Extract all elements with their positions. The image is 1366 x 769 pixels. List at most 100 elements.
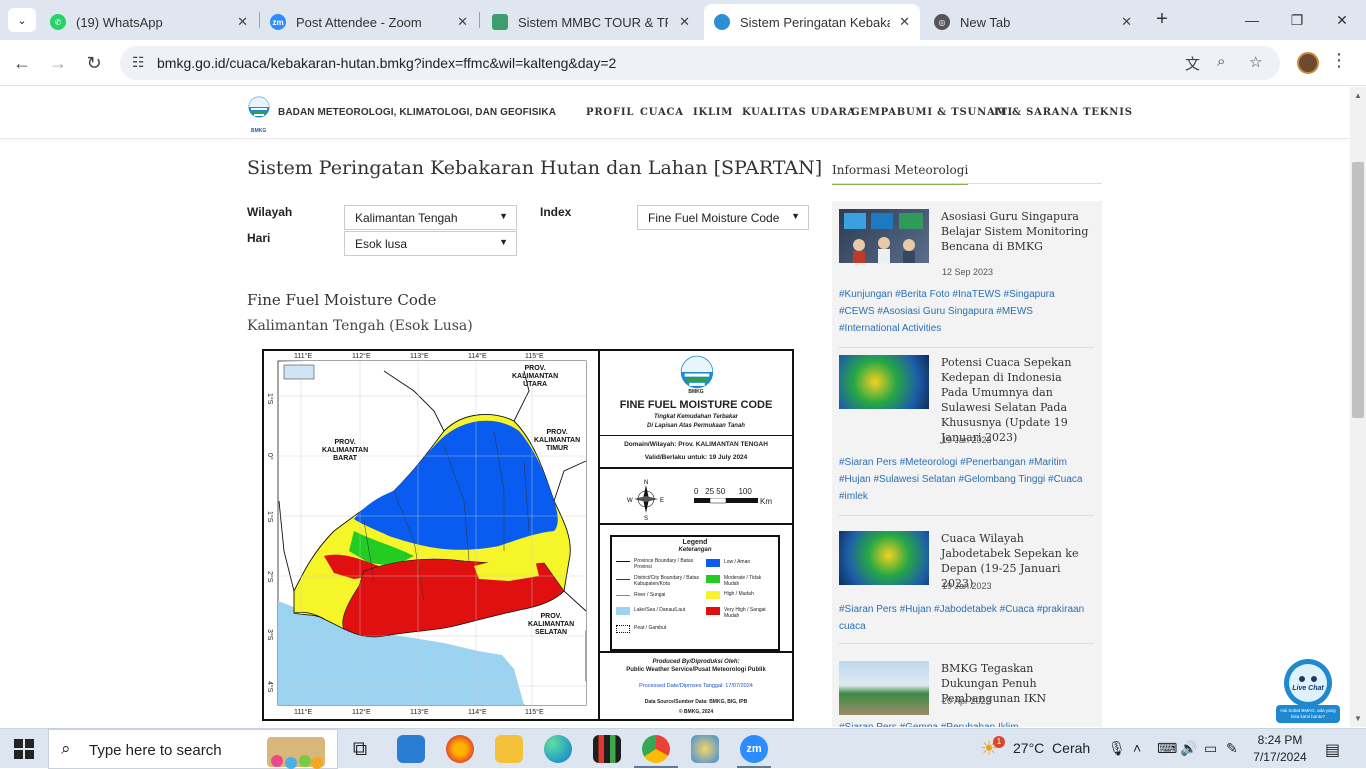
url-text[interactable]: bmkg.go.id/cuaca/kebakaran-hutan.bmkg?in… bbox=[157, 55, 616, 71]
search-placeholder: Type here to search bbox=[89, 742, 222, 759]
svg-text:N: N bbox=[644, 480, 648, 486]
scale-unit: Km bbox=[760, 497, 772, 506]
ffmc-map-image[interactable]: 111°E 112°E 113°E 114°E 115°E 111°E 112°… bbox=[262, 349, 794, 721]
tab-zoom[interactable]: zm Post Attendee - Zoom ✕ bbox=[260, 4, 478, 40]
url-bar[interactable]: ☷ bmkg.go.id/cuaca/kebakaran-hutan.bmkg?… bbox=[120, 46, 1280, 80]
legend-title: Legend bbox=[682, 539, 708, 546]
news-tags[interactable]: #Siaran Pers #Hujan #Jabodetabek #Cuaca … bbox=[839, 601, 1087, 635]
minimize-icon[interactable]: — bbox=[1232, 8, 1272, 32]
news-thumbnail[interactable] bbox=[839, 531, 929, 585]
news-tags[interactable]: #Siaran Pers #Meteorologi #Penerbangan #… bbox=[839, 454, 1087, 505]
news-date: 19 Jan 2023 bbox=[942, 581, 992, 591]
close-icon[interactable]: ✕ bbox=[899, 14, 910, 30]
windows-start-icon[interactable] bbox=[14, 739, 34, 759]
scroll-down-icon[interactable]: ▼ bbox=[1354, 714, 1362, 723]
tab-label: (19) WhatsApp bbox=[76, 14, 163, 30]
chrome-taskbar-icon[interactable] bbox=[642, 735, 670, 763]
news-title[interactable]: Asosiasi Guru Singapura Belajar Sistem M… bbox=[941, 209, 1091, 254]
zoom-taskbar-icon[interactable]: zm bbox=[740, 735, 768, 763]
file-explorer-icon[interactable] bbox=[495, 735, 523, 763]
tab-new-tab[interactable]: ◎ New Tab ✕ bbox=[924, 4, 1142, 40]
zoom-magnifier-icon[interactable]: ⌕ bbox=[1217, 53, 1225, 70]
map-tick-left: 0° bbox=[266, 453, 273, 460]
bookmark-star-icon[interactable]: ☆ bbox=[1249, 53, 1262, 71]
back-arrow-icon[interactable]: ← bbox=[10, 51, 34, 75]
restore-icon[interactable]: ❐ bbox=[1277, 8, 1317, 32]
web-page: BMKG BADAN METEOROLOGI, KLIMATOLOGI, DAN… bbox=[0, 87, 1350, 727]
close-icon[interactable]: ✕ bbox=[1121, 14, 1132, 30]
winrar-icon[interactable] bbox=[593, 735, 621, 763]
page-scrollbar[interactable]: ▲ ▼ bbox=[1350, 87, 1366, 727]
site-info-icon[interactable]: ☷ bbox=[132, 54, 145, 71]
legend-box: Legend Keterangan Province Boundary / Ba… bbox=[600, 527, 792, 653]
scrollbar-thumb[interactable] bbox=[1352, 162, 1364, 418]
translate-icon[interactable]: 文 bbox=[1185, 53, 1200, 74]
news-tags[interactable]: #Siaran Pers #Gempa #Perubahan Iklim bbox=[839, 719, 1087, 727]
paint-icon[interactable] bbox=[691, 735, 719, 763]
microphone-icon[interactable]: 🎙 bbox=[1108, 740, 1126, 757]
window-close-icon[interactable]: ✕ bbox=[1322, 8, 1362, 32]
map-tick-left: 1°S bbox=[266, 511, 273, 523]
tab-whatsapp[interactable]: ✆ (19) WhatsApp ✕ bbox=[40, 4, 258, 40]
map-tick-left: 2°S bbox=[266, 571, 273, 583]
news-thumbnail[interactable] bbox=[839, 355, 929, 409]
reload-icon[interactable]: ↻ bbox=[82, 51, 106, 75]
profile-avatar[interactable] bbox=[1297, 52, 1319, 74]
network-icon[interactable]: ⌨ bbox=[1157, 740, 1177, 757]
svg-text:W: W bbox=[627, 498, 633, 504]
section-title: Fine Fuel Moisture Code bbox=[247, 291, 437, 309]
nav-iklim[interactable]: IKLIM bbox=[693, 107, 733, 118]
news-title[interactable]: Potensi Cuaca Sepekan Kedepan di Indones… bbox=[941, 355, 1091, 445]
nav-kualitas-udara[interactable]: KUALITAS UDARA bbox=[742, 107, 856, 118]
bmkg-icon bbox=[714, 14, 730, 30]
legend-class-very-high: Very High / Sangat Mudah bbox=[724, 607, 766, 619]
index-select[interactable]: Fine Fuel Moisture Code ▼ bbox=[637, 205, 809, 230]
new-tab-button[interactable]: + bbox=[1150, 8, 1174, 32]
close-icon[interactable]: ✕ bbox=[237, 14, 248, 30]
pen-icon[interactable]: ✎ bbox=[1226, 740, 1238, 757]
panel-logo-caption: BMKG bbox=[688, 389, 704, 395]
taskbar-clock[interactable]: 8:24 PM 7/17/2024 bbox=[1250, 732, 1310, 766]
tab-search-chevron-icon[interactable]: ⌄ bbox=[8, 8, 36, 32]
tab-sistem-peringatan[interactable]: Sistem Peringatan Kebakaran ✕ bbox=[704, 4, 920, 40]
caret-down-icon: ▼ bbox=[499, 211, 508, 221]
scale-labels: 0 25 50 100 bbox=[694, 487, 752, 496]
scroll-up-icon[interactable]: ▲ bbox=[1354, 91, 1362, 100]
nav-it-sarana-teknis[interactable]: IT & SARANA TEKNIS bbox=[994, 107, 1133, 118]
battery-icon[interactable]: ▭ bbox=[1204, 740, 1217, 757]
hari-select[interactable]: Esok lusa ▼ bbox=[344, 231, 517, 256]
news-tags[interactable]: #Kunjungan #Berita Foto #InaTEWS #Singap… bbox=[839, 286, 1087, 337]
nav-cuaca[interactable]: CUACA bbox=[640, 107, 684, 118]
tab-label: New Tab bbox=[960, 14, 1011, 30]
close-icon[interactable]: ✕ bbox=[457, 14, 468, 30]
bmkg-logo-icon bbox=[680, 355, 714, 389]
nav-gempabumi-tsunami[interactable]: GEMPABUMI & TSUNAMI bbox=[851, 107, 1013, 118]
task-view-icon[interactable]: ⧉ bbox=[346, 735, 374, 763]
taskbar-search-box[interactable]: ⌕ Type here to search bbox=[48, 729, 338, 769]
organization-name[interactable]: BADAN METEOROLOGI, KLIMATOLOGI, DAN GEOF… bbox=[278, 107, 556, 118]
map-area: 111°E 112°E 113°E 114°E 115°E 111°E 112°… bbox=[264, 351, 600, 719]
map-tick-bottom: 114°E bbox=[468, 709, 487, 716]
browser-menu-icon[interactable]: ⋮ bbox=[1330, 50, 1348, 71]
close-icon[interactable]: ✕ bbox=[679, 14, 690, 30]
legend-item-province: Province Boundary / Batas Provinsi bbox=[634, 558, 694, 570]
live-chat-button[interactable]: Live Chat Hai Sobat BMKG, ada yang bisa … bbox=[1276, 657, 1340, 727]
wilayah-select[interactable]: Kalimantan Tengah ▼ bbox=[344, 205, 517, 230]
news-thumbnail[interactable] bbox=[839, 209, 929, 263]
edge-icon[interactable] bbox=[544, 735, 572, 763]
tray-chevron-up-icon[interactable]: ˄ bbox=[1133, 740, 1141, 756]
kalimantan-map-graphic bbox=[264, 351, 598, 719]
notification-icon[interactable]: ▤ bbox=[1325, 740, 1340, 760]
bmkg-logo-icon[interactable] bbox=[248, 96, 270, 128]
mail-app-icon[interactable] bbox=[397, 735, 425, 763]
tab-label: Post Attendee - Zoom bbox=[296, 14, 422, 30]
volume-icon[interactable]: 🔊 bbox=[1180, 740, 1197, 757]
nav-profil[interactable]: PROFIL bbox=[586, 107, 634, 118]
firefox-icon[interactable] bbox=[446, 735, 474, 763]
whatsapp-icon: ✆ bbox=[50, 14, 66, 30]
forward-arrow-icon[interactable]: → bbox=[46, 51, 70, 75]
weather-text[interactable]: 27°C Cerah bbox=[1013, 740, 1090, 756]
news-thumbnail[interactable] bbox=[839, 661, 929, 715]
map-info-panel: BMKG FINE FUEL MOISTURE CODE Tingkat Kem… bbox=[600, 351, 792, 719]
tab-mmbc[interactable]: Sistem MMBC TOUR & TRAV ✕ bbox=[482, 4, 700, 40]
